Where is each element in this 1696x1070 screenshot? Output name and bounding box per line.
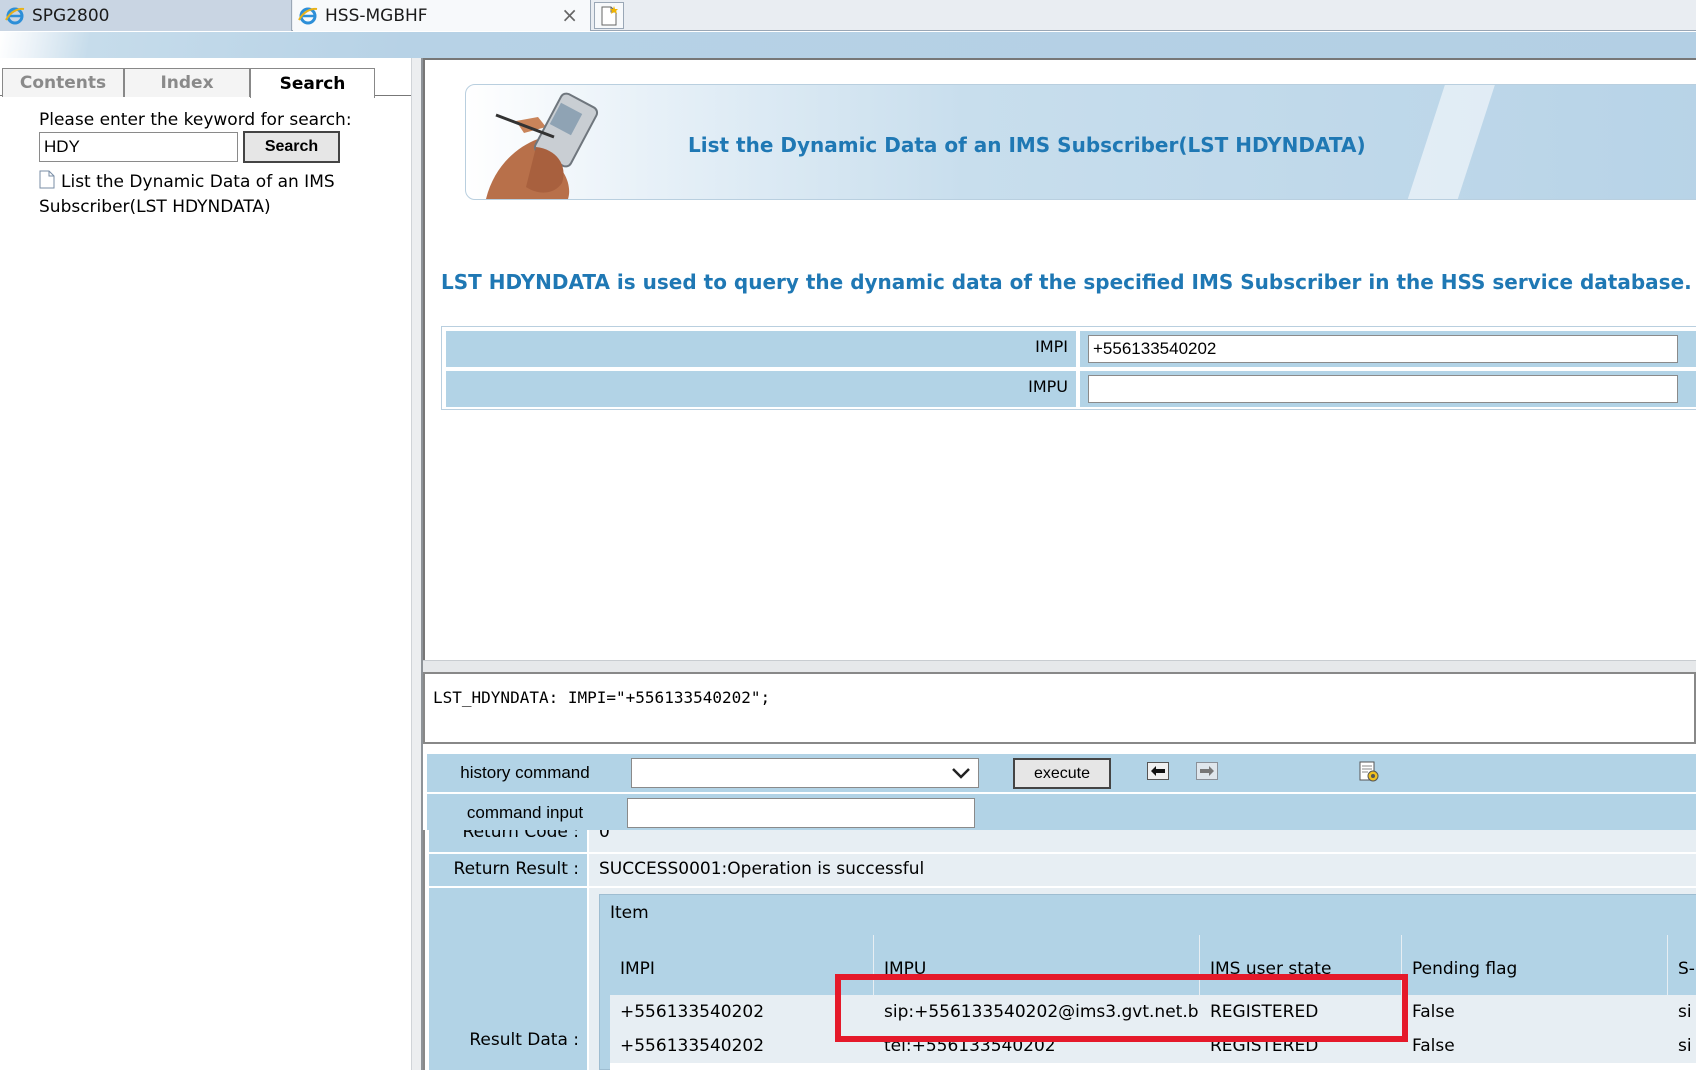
param-row-impu: IMPU bbox=[446, 371, 1696, 407]
search-button[interactable]: Search bbox=[243, 131, 340, 163]
param-label: IMPU bbox=[446, 371, 1076, 407]
column-header-impu: IMPU bbox=[874, 935, 1200, 995]
param-row-impi: IMPI bbox=[446, 331, 1696, 367]
table-cell: +556133540202 bbox=[610, 1029, 874, 1063]
close-icon[interactable]: × bbox=[561, 3, 578, 27]
tab-index[interactable]: Index bbox=[124, 68, 250, 97]
header-band bbox=[0, 32, 1696, 58]
history-row: history command execute bbox=[427, 754, 1696, 792]
search-result-link[interactable]: List the Dynamic Data of an IMS Subscrib… bbox=[39, 170, 359, 219]
column-header-pending-flag: Pending flag bbox=[1402, 935, 1668, 995]
item-title: Item bbox=[610, 903, 649, 923]
result-data-area: Item IMPI IMPU IMS user state Pending fl… bbox=[589, 888, 1696, 1070]
settings-document-icon[interactable] bbox=[1357, 760, 1381, 784]
item-box: Item IMPI IMPU IMS user state Pending fl… bbox=[599, 894, 1696, 1070]
command-input-field[interactable] bbox=[627, 798, 975, 828]
command-input-row: command input bbox=[427, 794, 1696, 832]
result-table: IMPI IMPU IMS user state Pending flag S-… bbox=[610, 935, 1696, 1070]
command-bar: history command execute command input bbox=[423, 750, 1696, 836]
ie-icon bbox=[4, 5, 26, 27]
return-result-value: SUCCESS0001:Operation is successful bbox=[589, 854, 1696, 886]
command-separator bbox=[423, 660, 1696, 672]
command-banner: List the Dynamic Data of an IMS Subscrib… bbox=[465, 84, 1696, 200]
history-command-select[interactable] bbox=[631, 758, 979, 788]
history-label: history command bbox=[460, 763, 590, 782]
table-cell: REGISTERED bbox=[1200, 995, 1402, 1029]
next-command-icon[interactable] bbox=[1196, 762, 1218, 780]
impu-field[interactable] bbox=[1088, 375, 1678, 403]
table-cell: si bbox=[1668, 1029, 1696, 1063]
table-cell: REGISTERED bbox=[1200, 1029, 1402, 1063]
parameter-table: IMPI IMPU bbox=[441, 326, 1696, 410]
table-cell: tel:+556133540202 bbox=[874, 1029, 1200, 1063]
table-cell: si bbox=[1668, 995, 1696, 1029]
table-cell: sip:+556133540202@ims3.gvt.net.br bbox=[874, 995, 1200, 1029]
search-input[interactable] bbox=[39, 132, 238, 162]
column-header-ims-user-state: IMS user state bbox=[1200, 935, 1402, 995]
search-result-label: List the Dynamic Data of an IMS Subscrib… bbox=[39, 172, 335, 217]
return-code-value: 0 bbox=[589, 830, 1696, 852]
param-cell bbox=[1080, 371, 1696, 407]
banner-stripe bbox=[1407, 85, 1495, 199]
tab-search[interactable]: Search bbox=[250, 68, 375, 98]
previous-command-icon[interactable] bbox=[1147, 762, 1169, 780]
return-result-label: Return Result : bbox=[429, 854, 587, 886]
ie-icon bbox=[297, 5, 319, 27]
param-label: IMPI bbox=[446, 331, 1076, 367]
handheld-device-image bbox=[486, 92, 599, 199]
impi-field[interactable] bbox=[1088, 335, 1678, 363]
table-cell: False bbox=[1402, 1029, 1668, 1063]
banner-title: List the Dynamic Data of an IMS Subscrib… bbox=[688, 133, 1366, 157]
command-preview[interactable]: LST_HDYNDATA: IMPI="+556133540202"; bbox=[423, 672, 1696, 744]
result-data-label: Result Data : bbox=[429, 888, 587, 1070]
result-panel: Return Code : 0 Return Result : SUCCESS0… bbox=[423, 830, 1696, 1070]
search-prompt: Please enter the keyword for search: bbox=[39, 110, 352, 130]
browser-tab-hss-mgbhf[interactable]: HSS-MGBHF × bbox=[293, 0, 591, 31]
table-cell: +556133540202 bbox=[610, 995, 874, 1029]
help-pane: Contents Index Search Please enter the k… bbox=[0, 58, 411, 1070]
chevron-down-icon bbox=[952, 768, 970, 779]
pane-splitter[interactable] bbox=[411, 58, 423, 1070]
browser-tab-spg2800[interactable]: SPG2800 bbox=[0, 0, 292, 31]
column-header-impi: IMPI bbox=[610, 935, 874, 995]
table-cell: False bbox=[1402, 995, 1668, 1029]
return-code-label: Return Code : bbox=[429, 830, 587, 852]
content-pane: List the Dynamic Data of an IMS Subscrib… bbox=[423, 58, 1696, 660]
document-icon bbox=[39, 170, 55, 196]
browser-tab-strip: SPG2800 HSS-MGBHF × bbox=[0, 0, 1696, 31]
command-input-label: command input bbox=[466, 803, 584, 822]
help-tabs: Contents Index Search bbox=[0, 62, 411, 98]
param-cell bbox=[1080, 331, 1696, 367]
column-header-truncated: S- bbox=[1668, 935, 1696, 995]
new-tab-icon[interactable] bbox=[594, 2, 624, 29]
execute-button[interactable]: execute bbox=[1013, 758, 1111, 789]
command-description: LST HDYNDATA is used to query the dynami… bbox=[441, 270, 1696, 294]
tab-title: SPG2800 bbox=[32, 5, 110, 26]
tab-title: HSS-MGBHF bbox=[325, 5, 428, 26]
tab-contents[interactable]: Contents bbox=[2, 68, 124, 97]
